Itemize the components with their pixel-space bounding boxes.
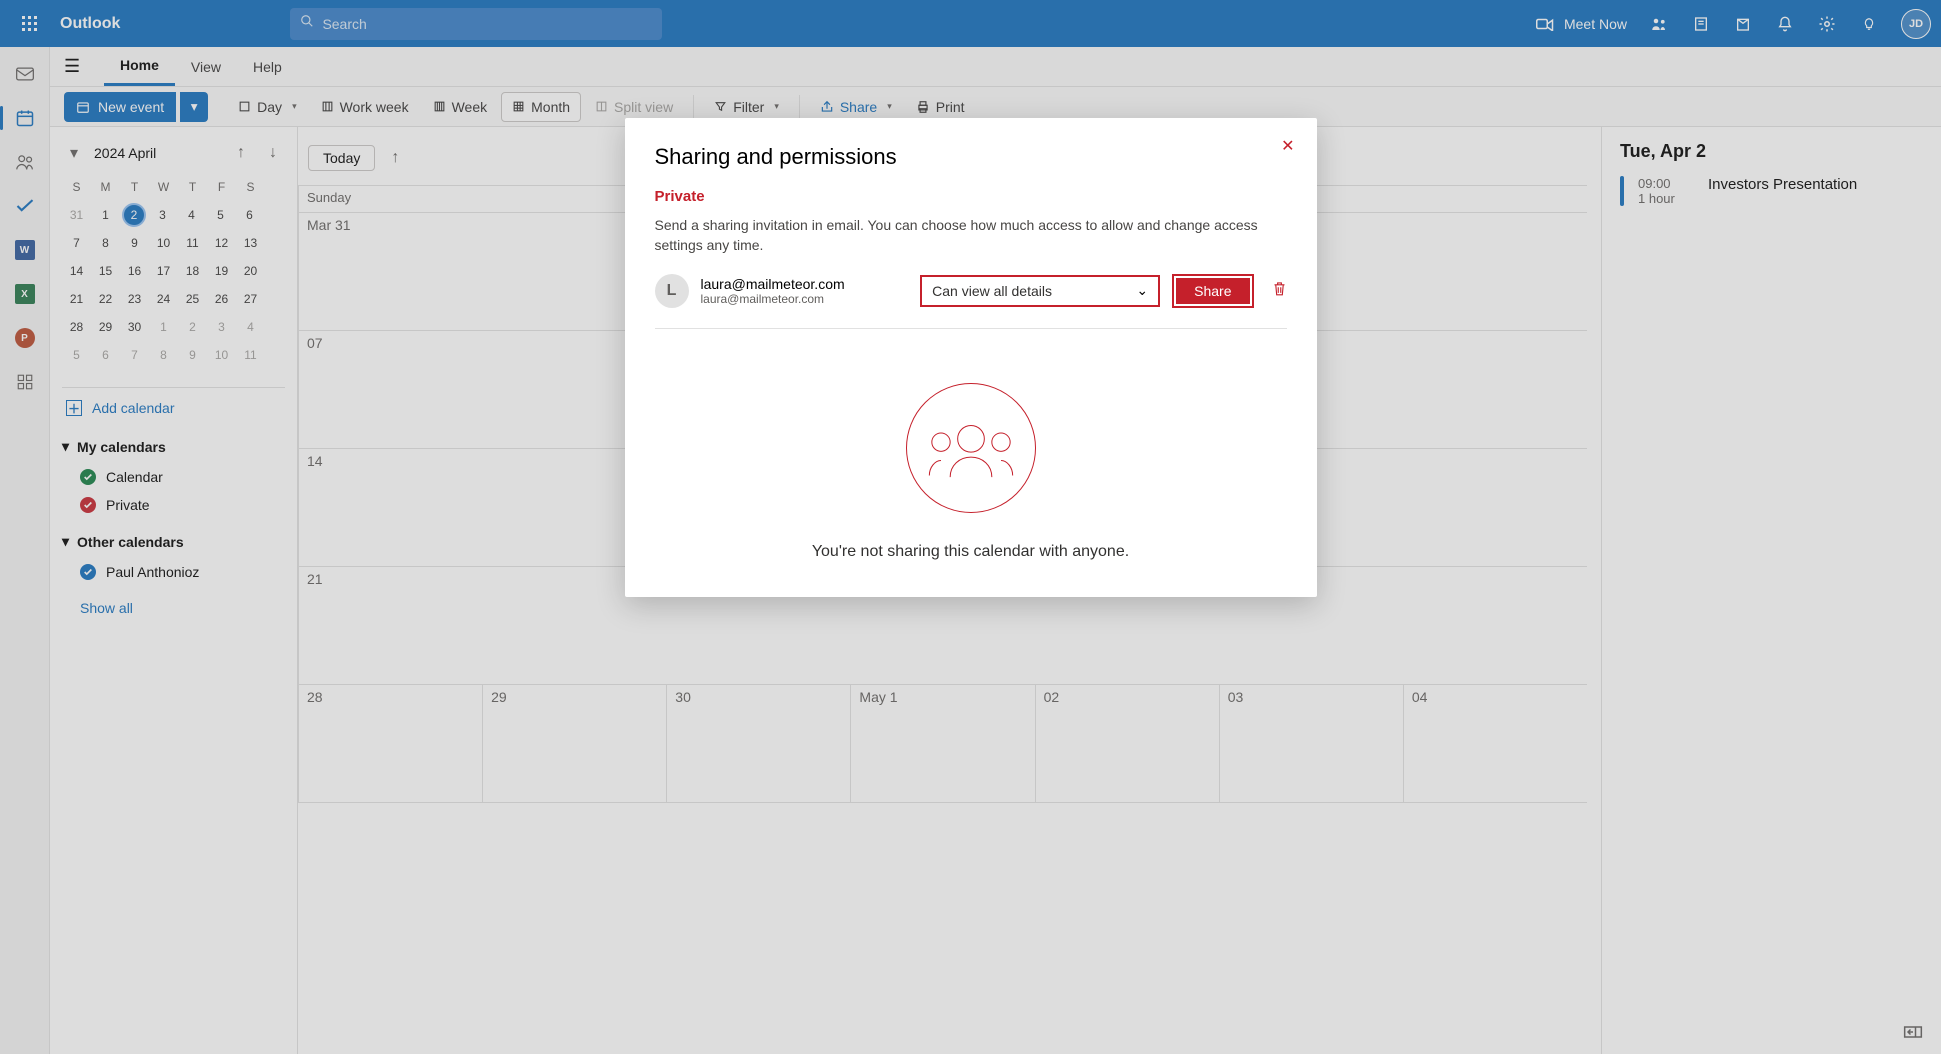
empty-sharing-state: You're not sharing this calendar with an… (655, 383, 1287, 561)
share-button-wrap: Share (1172, 274, 1253, 308)
recipient-avatar: L (655, 274, 689, 308)
empty-message: You're not sharing this calendar with an… (812, 543, 1129, 561)
sharing-permissions-modal: ✕ Sharing and permissions Private Send a… (625, 118, 1317, 597)
modal-subtitle: Private (655, 188, 1287, 205)
chevron-down-icon: ⌄ (1136, 282, 1148, 299)
permission-value: Can view all details (932, 283, 1052, 299)
recipient-info: laura@mailmeteor.com laura@mailmeteor.co… (701, 276, 909, 306)
share-submit-button[interactable]: Share (1176, 278, 1249, 304)
recipient-name: laura@mailmeteor.com (701, 276, 909, 292)
modal-overlay[interactable]: ✕ Sharing and permissions Private Send a… (0, 0, 1941, 1054)
share-recipient-row: L laura@mailmeteor.com laura@mailmeteor.… (655, 274, 1287, 329)
delete-recipient-icon[interactable] (1266, 280, 1287, 302)
empty-illustration (906, 383, 1036, 513)
modal-description: Send a sharing invitation in email. You … (655, 215, 1287, 256)
close-icon[interactable]: ✕ (1281, 136, 1294, 156)
permission-dropdown[interactable]: Can view all details ⌄ (920, 275, 1160, 307)
recipient-email: laura@mailmeteor.com (701, 292, 909, 306)
modal-title: Sharing and permissions (655, 144, 1287, 170)
